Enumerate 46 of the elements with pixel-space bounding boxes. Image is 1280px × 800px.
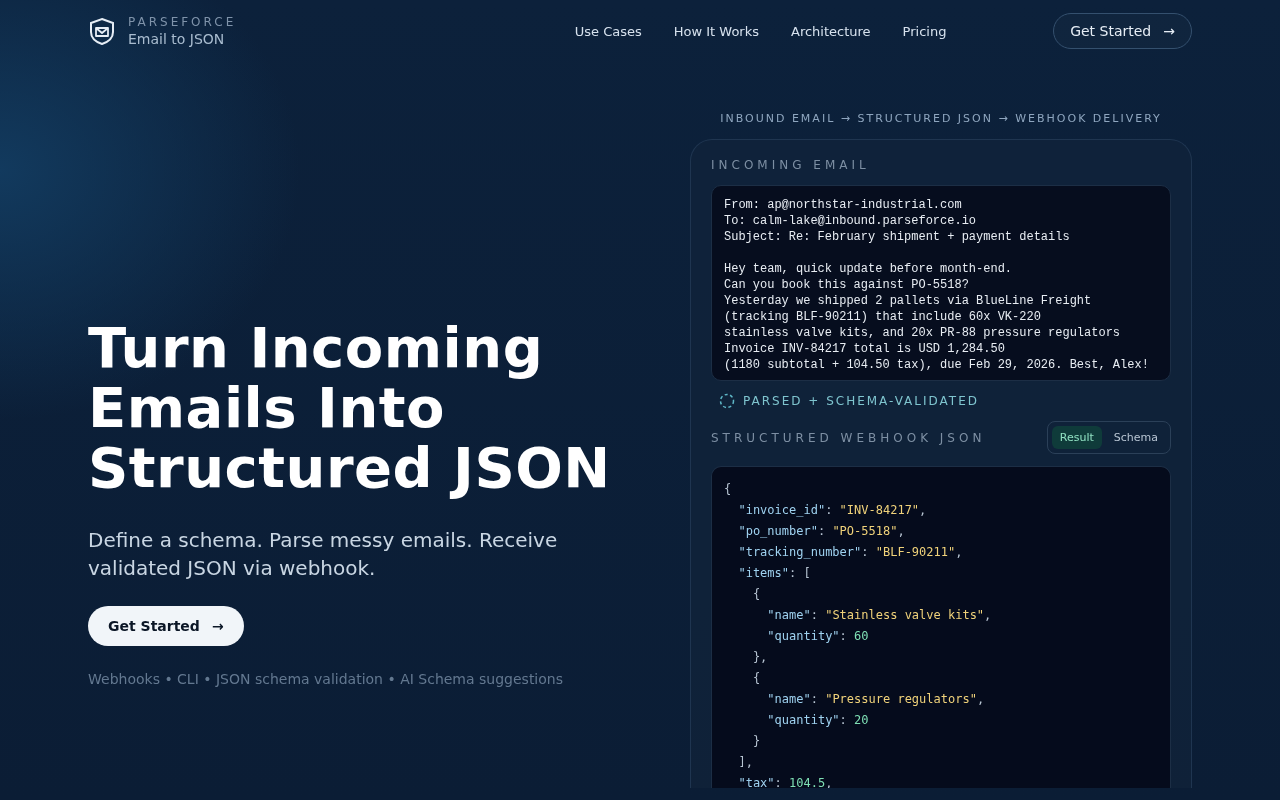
get-started-button[interactable]: Get Started →: [88, 606, 244, 646]
email-line: stainless valve kits, and 20x PR-88 pressure regulators: [724, 325, 1122, 341]
code-line: "invoice_id": "INV-84217",: [737, 502, 928, 519]
nav-link[interactable]: How It Works: [673, 23, 759, 39]
feature-list: Webhooks • CLI • JSON schema validation • AI Schema suggestions: [88, 671, 688, 687]
code-line: },: [751, 649, 769, 666]
tab[interactable]: Result: [1051, 426, 1102, 449]
nav-link[interactable]: Architecture: [791, 23, 871, 39]
code-line: "tax": 104.5,: [737, 775, 834, 788]
code-line: "items": [: [737, 565, 812, 582]
email-line: (tracking BLF-90211) that include 60x VK-220: [724, 309, 1042, 325]
code-line: }: [751, 733, 762, 750]
brand-name: PARSEFORCE: [128, 15, 237, 29]
get-started-button[interactable]: Get Started →: [1053, 13, 1192, 49]
code-line: "po_number": "PO-5518",: [737, 523, 906, 540]
pipeline-caption: INBOUND EMAIL → STRUCTURED JSON → WEBHOOK DELIVERY: [719, 112, 1163, 125]
code-line: "quantity": 20: [766, 712, 870, 729]
status-label: PARSED + SCHEMA-VALIDATED: [743, 394, 979, 408]
code-line: ],: [737, 754, 754, 771]
code-line: "name": "Stainless valve kits",: [766, 607, 993, 624]
email-line: Hey team, quick update before month-end.: [724, 261, 1014, 277]
email-header-line: Subject: Re: February shipment + payment details: [724, 229, 1071, 245]
nav-link[interactable]: Pricing: [902, 23, 947, 39]
email-line: Yesterday we shipped 2 pallets via BlueLine Freight: [724, 293, 1093, 309]
code-line: "tracking_number": "BLF-90211",: [737, 544, 964, 561]
section-heading: STRUCTURED WEBHOOK JSON: [711, 430, 986, 445]
email-line: Can you book this against PO-5518?: [724, 277, 970, 293]
code-line: {: [751, 586, 762, 603]
dashed-circle-icon: [719, 393, 735, 409]
brand-tagline: Email to JSON: [128, 31, 226, 47]
tab[interactable]: Schema: [1105, 426, 1166, 449]
email-line: Invoice INV-84217 total is USD 1,284.50: [724, 341, 1006, 357]
nav-link[interactable]: Use Cases: [574, 23, 642, 39]
section-heading: INCOMING EMAIL: [711, 158, 871, 172]
arrow-icon: →: [211, 618, 224, 634]
code-line: "quantity": 60: [766, 628, 870, 645]
hero-title: Turn Incoming Emails Into Structured JSON: [88, 318, 612, 498]
email-header-line: To: calm-lake@inbound.parseforce.io: [724, 213, 978, 229]
code-line: {: [724, 481, 733, 498]
arrow-icon: →: [1163, 23, 1175, 39]
code-line: "name": "Pressure regulators",: [766, 691, 986, 708]
hero-subtitle: Define a schema. Parse messy emails. Receive validated JSON via webhook.: [88, 527, 559, 582]
email-header-line: From: ap@northstar-industrial.com: [724, 197, 963, 213]
shield-envelope-icon: [88, 17, 116, 45]
email-line: (1180 subtotal + 104.50 tax), due Feb 29, 2026. Best, Alex!: [724, 357, 1150, 373]
code-line: {: [751, 670, 762, 687]
